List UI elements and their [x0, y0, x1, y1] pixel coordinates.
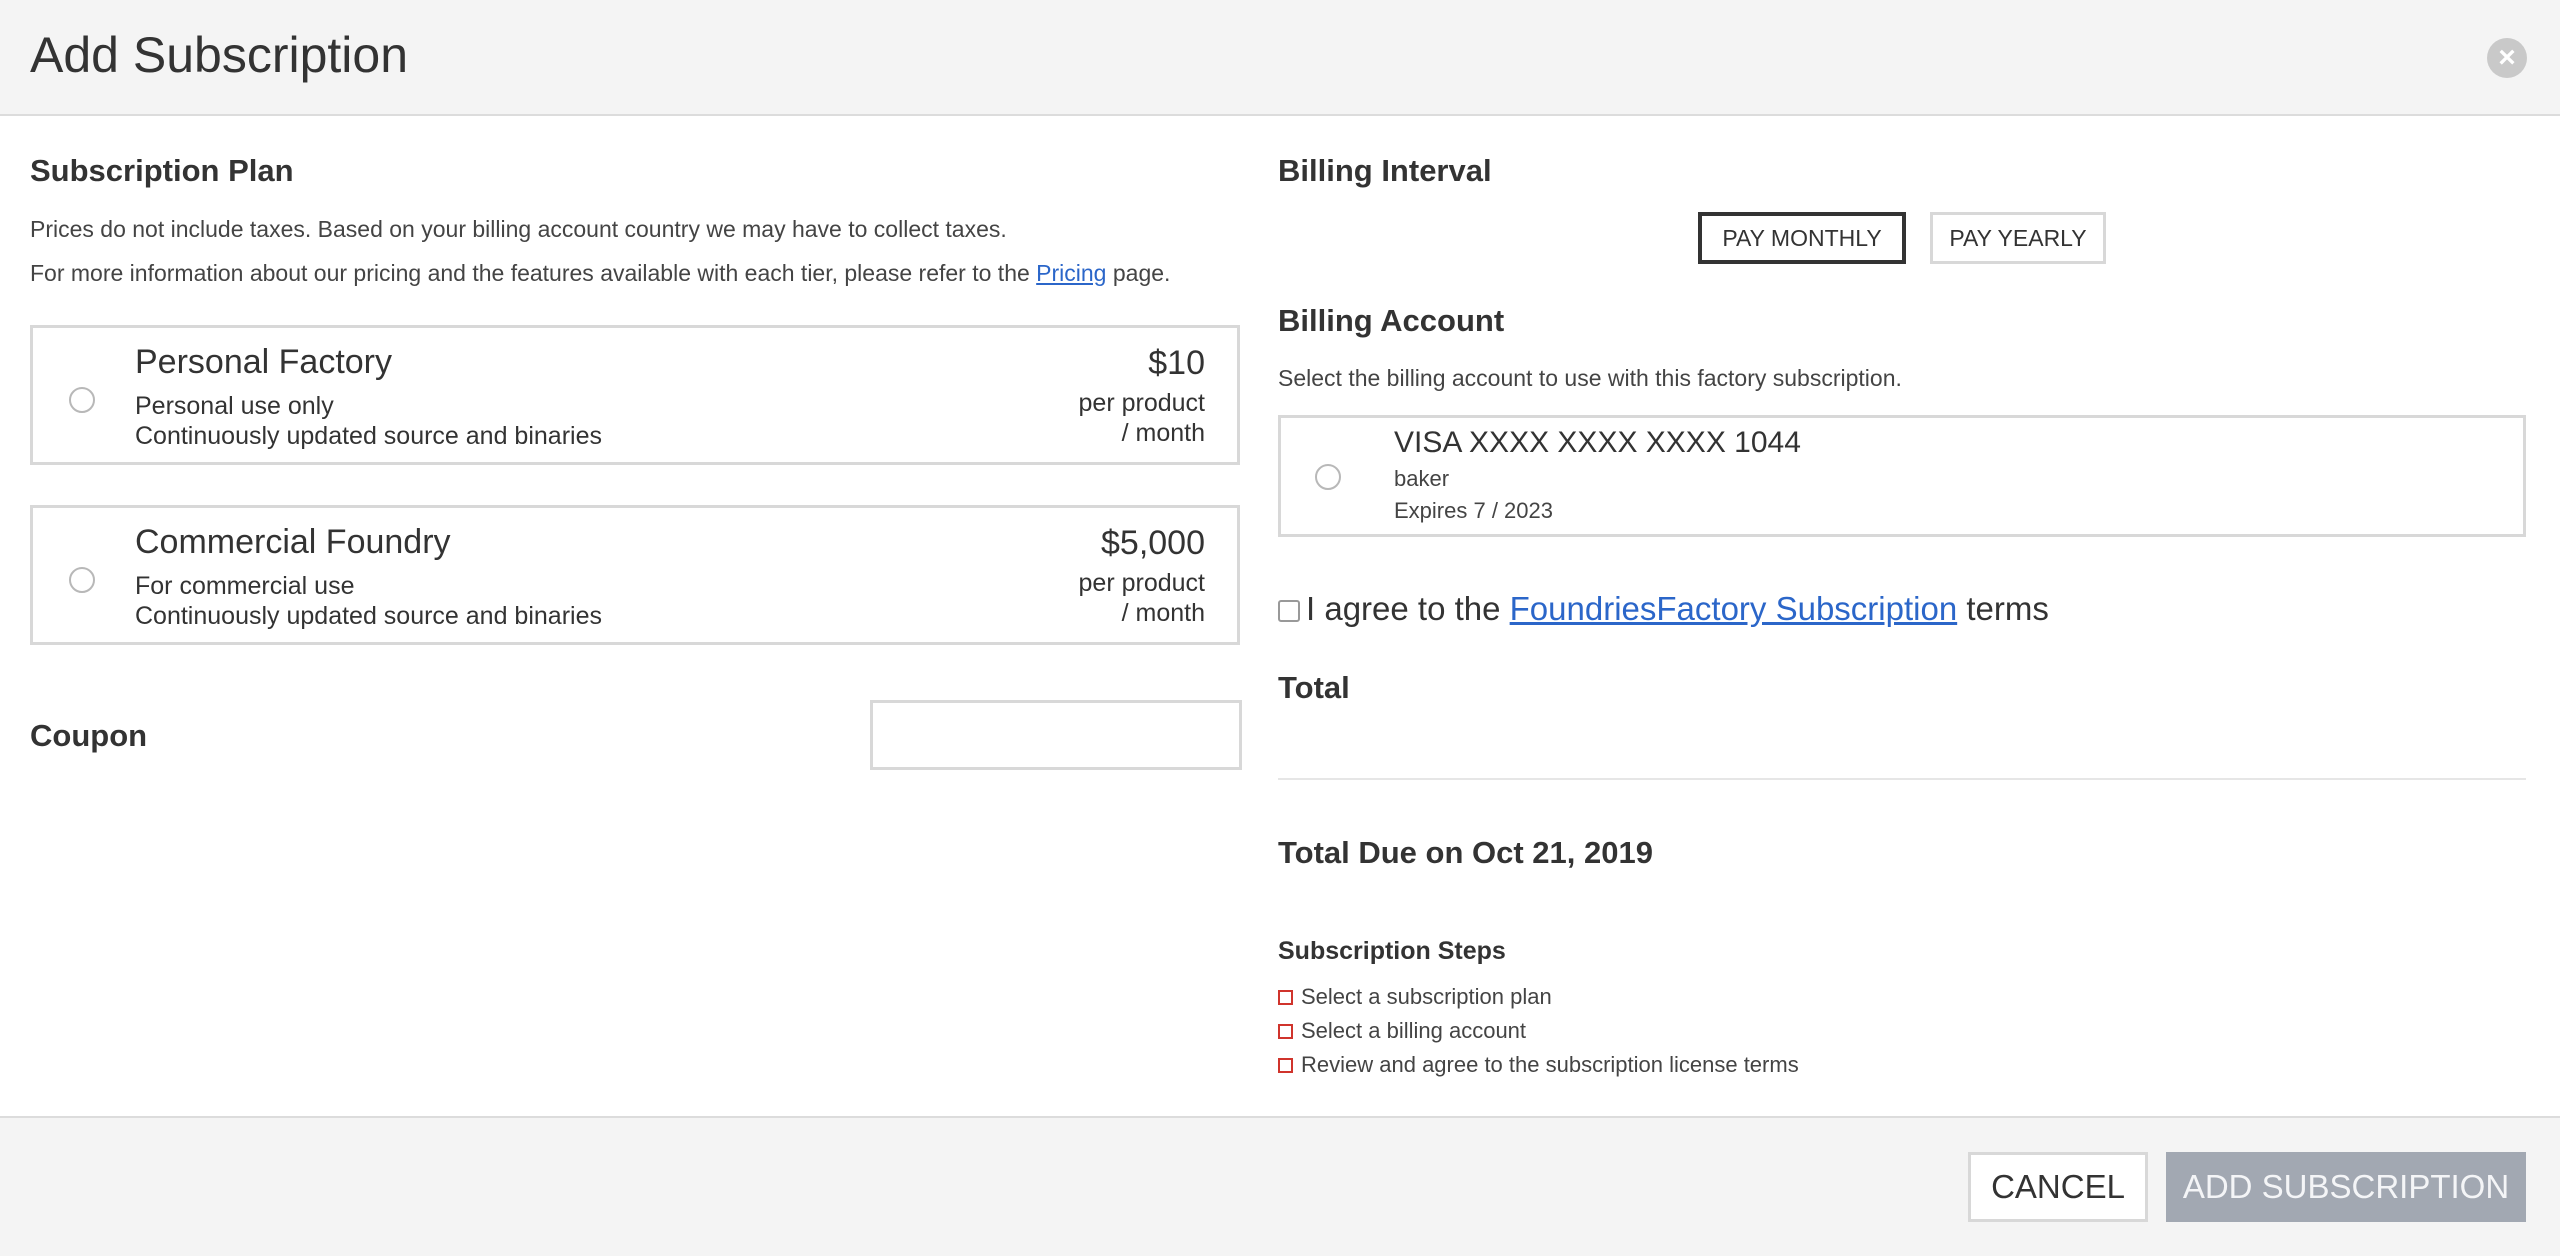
plan-description: Personal use only — [135, 392, 334, 420]
subscription-steps-title: Subscription Steps — [1278, 937, 1506, 965]
subscription-terms-link[interactable]: FoundriesFactory Subscription — [1510, 590, 1958, 627]
plan-per-month: / month — [1121, 599, 1205, 627]
pricing-info-suffix: page. — [1106, 260, 1171, 286]
agree-text-suffix: terms — [1957, 590, 2049, 627]
plan-description: For commercial use — [135, 572, 355, 600]
card-holder: baker — [1394, 466, 1450, 491]
step-label: Select a billing account — [1301, 1018, 1527, 1043]
close-icon[interactable]: × — [2487, 38, 2527, 78]
step-label: Select a subscription plan — [1301, 984, 1552, 1009]
incomplete-step-icon — [1278, 1024, 1293, 1039]
agree-text-prefix: I agree to the — [1306, 590, 1510, 627]
incomplete-step-icon — [1278, 1058, 1293, 1073]
plan-per-product: per product — [1078, 389, 1205, 417]
tax-info-text: Prices do not include taxes. Based on yo… — [30, 216, 1007, 242]
add-subscription-button[interactable]: ADD SUBSCRIPTION — [2166, 1152, 2526, 1222]
total-divider — [1278, 778, 2526, 780]
incomplete-step-icon — [1278, 990, 1293, 1005]
plan-price-unit: per product / month — [1079, 568, 1205, 628]
pay-yearly-button[interactable]: PAY YEARLY — [1930, 212, 2106, 264]
pricing-info-text: For more information about our pricing a… — [30, 260, 1170, 287]
dialog-footer: CANCEL ADD SUBSCRIPTION — [0, 1116, 2560, 1256]
step-item: Select a subscription plan — [1278, 984, 1552, 1010]
billing-account-card[interactable]: VISA XXXX XXXX XXXX 1044 baker Expires 7… — [1278, 415, 2526, 537]
plan-per-month: / month — [1121, 419, 1205, 447]
plan-price-unit: per product / month — [1079, 388, 1205, 448]
card-number: VISA XXXX XXXX XXXX 1044 — [1394, 426, 1801, 459]
pricing-link[interactable]: Pricing — [1036, 260, 1106, 286]
plan-name: Commercial Foundry — [135, 523, 451, 561]
plan-feature: Continuously updated source and binaries — [135, 422, 602, 450]
billing-account-description: Select the billing account to use with t… — [1278, 365, 1902, 391]
pay-monthly-button[interactable]: PAY MONTHLY — [1698, 212, 1906, 264]
plan-name: Personal Factory — [135, 343, 392, 381]
dialog-header: Add Subscription × — [0, 0, 2560, 116]
billing-account-title: Billing Account — [1278, 303, 1505, 338]
plan-card-commercial-foundry[interactable]: Commercial Foundry For commercial use Co… — [30, 505, 1240, 645]
agreement-row: I agree to the FoundriesFactory Subscrip… — [1278, 590, 2049, 628]
billing-interval-title: Billing Interval — [1278, 153, 1492, 188]
step-item: Select a billing account — [1278, 1018, 1526, 1044]
agree-checkbox[interactable] — [1278, 600, 1300, 622]
plan-feature: Continuously updated source and binaries — [135, 602, 602, 630]
plan-per-product: per product — [1078, 569, 1205, 597]
plan-radio-commercial[interactable] — [69, 567, 95, 593]
coupon-label: Coupon — [30, 718, 148, 753]
step-label: Review and agree to the subscription lic… — [1301, 1052, 1799, 1077]
coupon-input[interactable] — [870, 700, 1242, 770]
step-item: Review and agree to the subscription lic… — [1278, 1052, 1799, 1078]
dialog-title: Add Subscription — [30, 27, 409, 83]
plan-radio-personal[interactable] — [69, 387, 95, 413]
card-expiry: Expires 7 / 2023 — [1394, 498, 1553, 523]
plan-price: $5,000 — [1101, 524, 1205, 562]
subscription-plan-title: Subscription Plan — [30, 153, 294, 188]
plan-card-personal-factory[interactable]: Personal Factory Personal use only Conti… — [30, 325, 1240, 465]
total-due-label: Total Due on Oct 21, 2019 — [1278, 835, 1653, 870]
cancel-button[interactable]: CANCEL — [1968, 1152, 2148, 1222]
plan-price: $10 — [1148, 344, 1205, 382]
billing-account-radio[interactable] — [1315, 464, 1341, 490]
total-title: Total — [1278, 670, 1350, 705]
pricing-info-prefix: For more information about our pricing a… — [30, 260, 1037, 286]
